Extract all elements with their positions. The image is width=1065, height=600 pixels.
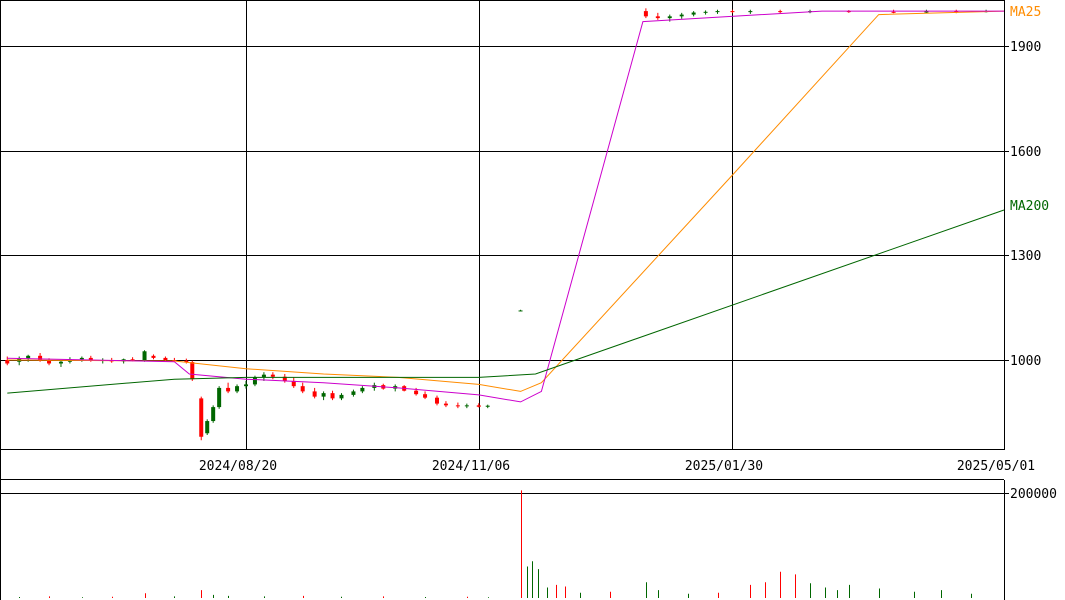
- candle-body: [455, 405, 460, 407]
- chart-background: [0, 0, 1065, 600]
- candle-body: [339, 394, 344, 399]
- price-tick-label: 1000: [1010, 354, 1041, 369]
- candle-body: [655, 16, 660, 19]
- candle-body: [330, 393, 335, 399]
- candle-body: [351, 391, 356, 395]
- candle-body: [205, 421, 210, 434]
- candle-body: [47, 360, 52, 364]
- price-tick-label: 1300: [1010, 249, 1041, 264]
- candle-body: [691, 12, 696, 15]
- candle-body: [163, 357, 168, 360]
- candle-body: [485, 405, 490, 407]
- candle-body: [142, 351, 147, 361]
- candle-body: [476, 405, 481, 407]
- candle-body: [211, 407, 216, 422]
- date-tick-label: 2025/01/30: [685, 459, 763, 474]
- candle-body: [423, 394, 428, 398]
- candle-body: [190, 362, 195, 380]
- candle-body: [270, 374, 275, 377]
- candle-body: [26, 355, 31, 359]
- date-tick-label: 2024/08/20: [199, 459, 277, 474]
- candle-body: [252, 377, 257, 385]
- date-tick-label: 2024/11/06: [432, 459, 510, 474]
- date-tick-label: 2025/05/01: [957, 459, 1035, 474]
- candle-body: [300, 386, 305, 392]
- candle-body: [58, 361, 63, 364]
- candle-body: [5, 360, 10, 364]
- stock-chart: 1000 1300 1600 1900 MA25 MA200 2024/08/20 202…: [0, 0, 1065, 600]
- candle-body: [414, 390, 419, 395]
- candle-body: [679, 14, 684, 17]
- ma-label-ma200: MA200: [1010, 199, 1049, 214]
- candle-body: [643, 11, 648, 17]
- candle-body: [715, 11, 720, 13]
- volume-tick-labels: 200000: [1004, 487, 1057, 502]
- candle-body: [464, 405, 469, 407]
- candle-body: [312, 391, 317, 397]
- candle-body: [360, 387, 365, 392]
- candle-body: [79, 357, 84, 360]
- candle-body: [151, 355, 156, 358]
- candle-body: [199, 398, 204, 437]
- candle-body: [217, 387, 222, 408]
- candle-body: [321, 393, 326, 397]
- candle-body: [730, 11, 735, 13]
- price-tick-label: 1900: [1010, 40, 1041, 55]
- candle-body: [226, 387, 231, 392]
- candle-body: [778, 11, 783, 13]
- candle-body: [443, 403, 448, 406]
- candle-body: [891, 11, 896, 13]
- price-tick-label: 1600: [1010, 145, 1041, 160]
- candle-body: [703, 11, 708, 13]
- candle-body: [518, 310, 523, 312]
- ma-label-ma25: MA25: [1010, 5, 1041, 20]
- candle-body: [235, 386, 240, 392]
- candle-body: [748, 11, 753, 13]
- candle-body: [244, 384, 248, 387]
- candle-body: [667, 16, 672, 19]
- volume-tick-label: 200000: [1010, 487, 1057, 502]
- candle-body: [434, 397, 439, 404]
